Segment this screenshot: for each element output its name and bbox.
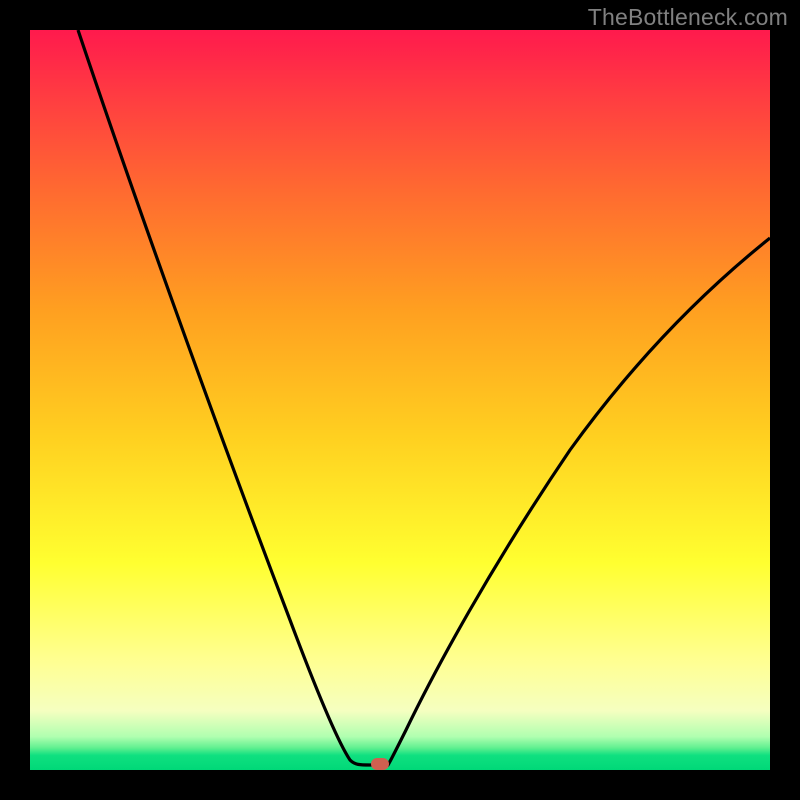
watermark-text: TheBottleneck.com <box>588 4 788 31</box>
chart-container: TheBottleneck.com <box>0 0 800 800</box>
bottleneck-marker <box>371 758 389 770</box>
plot-area <box>30 30 770 770</box>
curve-path <box>78 30 770 765</box>
bottleneck-curve <box>30 30 770 770</box>
